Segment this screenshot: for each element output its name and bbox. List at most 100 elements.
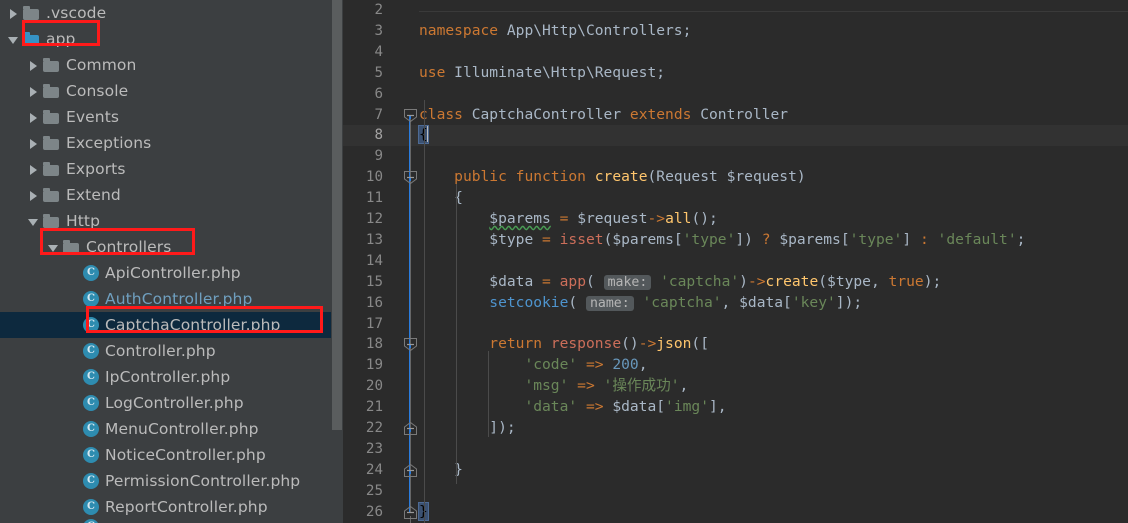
code-line[interactable]: 8{	[343, 125, 1128, 147]
line-number[interactable]: 6	[343, 84, 383, 105]
project-file-tree-sidebar[interactable]: .vscode app Common Console Events Exceptions E…	[0, 0, 343, 523]
line-number[interactable]: 2	[343, 0, 383, 21]
fold-expand-up-icon[interactable]	[403, 505, 418, 520]
line-number[interactable]: 9	[343, 146, 383, 167]
file-tree[interactable]: .vscode app Common Console Events Exceptions E…	[0, 0, 343, 523]
sidebar-scrollbar-track[interactable]	[331, 0, 343, 523]
code-line[interactable]: 24 }	[343, 460, 1128, 481]
chevron-right-icon[interactable]	[27, 59, 40, 72]
code-lines-container[interactable]: 2 3 namespace App\Http\Controllers; 4 5 use I…	[343, 0, 1128, 523]
code-line[interactable]: 5 use Illuminate\Http\Request;	[343, 63, 1128, 84]
chevron-right-icon[interactable]	[27, 137, 40, 150]
chevron-right-icon[interactable]	[7, 7, 20, 20]
code-line[interactable]: 25	[343, 481, 1128, 502]
code-line[interactable]: 18 return response()->json([	[343, 334, 1128, 355]
fold-collapse-icon[interactable]	[403, 337, 418, 352]
line-number[interactable]: 10	[343, 167, 383, 188]
line-number[interactable]: 21	[343, 397, 383, 418]
code-line[interactable]: 22 ]);	[343, 418, 1128, 439]
code-line-text: use Illuminate\Http\Request;	[419, 63, 666, 81]
code-line[interactable]: 7 class CaptchaController extends Control…	[343, 105, 1128, 126]
line-number[interactable]: 3	[343, 21, 383, 42]
code-line[interactable]: 19 'code' => 200,	[343, 355, 1128, 376]
line-number[interactable]: 12	[343, 209, 383, 230]
code-line[interactable]: 9	[343, 146, 1128, 167]
code-line[interactable]: 13 $type = isset($parems['type']) ? $par…	[343, 230, 1128, 251]
line-number[interactable]: 11	[343, 188, 383, 209]
code-line[interactable]: 12 $parems = $request->all();	[343, 209, 1128, 230]
line-number[interactable]: 25	[343, 481, 383, 502]
code-line[interactable]: 23	[343, 439, 1128, 460]
tree-folder-row[interactable]: .vscode	[0, 0, 343, 26]
chevron-right-icon[interactable]	[27, 111, 40, 124]
php-class-icon: C	[83, 369, 99, 385]
line-number[interactable]: 19	[343, 355, 383, 376]
code-editor-pane[interactable]: 2 3 namespace App\Http\Controllers; 4 5 use I…	[343, 0, 1128, 523]
tree-item-label: MenuController.php	[105, 420, 259, 438]
line-number[interactable]: 26	[343, 502, 383, 523]
code-line[interactable]: 2	[343, 0, 1128, 21]
fold-collapse-icon[interactable]	[403, 108, 418, 123]
code-line[interactable]: 21 'data' => $data['img'],	[343, 397, 1128, 418]
line-number[interactable]: 7	[343, 105, 383, 126]
line-number[interactable]: 5	[343, 63, 383, 84]
tree-folder-row[interactable]: Exports	[0, 156, 343, 182]
tree-file-row[interactable]: C Controller.php	[0, 338, 343, 364]
code-line[interactable]: 15 $data = app( make: 'captcha')->create…	[343, 272, 1128, 293]
tree-folder-row[interactable]: Exceptions	[0, 130, 343, 156]
tree-file-row[interactable]: C CaptchaController.php	[0, 312, 343, 338]
code-line[interactable]: 4	[343, 42, 1128, 63]
tree-folder-row[interactable]: Extend	[0, 182, 343, 208]
line-number[interactable]: 17	[343, 314, 383, 335]
sidebar-scrollbar-thumb[interactable]	[332, 0, 342, 430]
code-line[interactable]: 3 namespace App\Http\Controllers;	[343, 21, 1128, 42]
tree-item-label: IpController.php	[105, 368, 231, 386]
tree-folder-row[interactable]: Common	[0, 52, 343, 78]
chevron-right-icon[interactable]	[27, 189, 40, 202]
fold-expand-up-icon[interactable]	[403, 421, 418, 436]
tree-folder-row[interactable]: app	[0, 26, 343, 52]
fold-collapse-icon[interactable]	[403, 170, 418, 185]
tree-file-row[interactable]: C ReportController.php	[0, 494, 343, 520]
chevron-right-icon[interactable]	[27, 85, 40, 98]
tree-file-row[interactable]: C LogController.php	[0, 390, 343, 416]
line-number[interactable]: 18	[343, 334, 383, 355]
chevron-down-icon[interactable]	[47, 241, 60, 254]
line-number[interactable]: 20	[343, 376, 383, 397]
line-number[interactable]: 13	[343, 230, 383, 251]
tree-file-row[interactable]: C AuthController.php	[0, 286, 343, 312]
tree-file-row[interactable]: C MenuController.php	[0, 416, 343, 442]
tree-folder-row[interactable]: Controllers	[0, 234, 343, 260]
tree-folder-row[interactable]: Http	[0, 208, 343, 234]
line-number[interactable]: 23	[343, 439, 383, 460]
fold-expand-up-icon[interactable]	[403, 463, 418, 478]
line-number[interactable]: 16	[343, 293, 383, 314]
code-line[interactable]: 11 {	[343, 188, 1128, 209]
line-number[interactable]: 8	[343, 125, 383, 146]
chevron-down-icon[interactable]	[27, 215, 40, 228]
tree-file-row[interactable]: C PermissionController.php	[0, 468, 343, 494]
code-line[interactable]: 20 'msg' => '操作成功',	[343, 376, 1128, 397]
line-number[interactable]: 15	[343, 272, 383, 293]
tree-file-row[interactable]: C IpController.php	[0, 364, 343, 390]
line-number[interactable]: 22	[343, 418, 383, 439]
tree-file-row[interactable]: C NoticeController.php	[0, 442, 343, 468]
tree-folder-row[interactable]: Events	[0, 104, 343, 130]
chevron-right-icon[interactable]	[27, 163, 40, 176]
code-line[interactable]: 6	[343, 84, 1128, 105]
line-number[interactable]: 4	[343, 42, 383, 63]
code-line[interactable]: 26}	[343, 501, 1128, 523]
line-number[interactable]: 24	[343, 460, 383, 481]
code-line[interactable]: 14	[343, 251, 1128, 272]
line-number[interactable]: 14	[343, 251, 383, 272]
tree-folder-row[interactable]: Console	[0, 78, 343, 104]
tree-file-row[interactable]: C ApiController.php	[0, 260, 343, 286]
code-line[interactable]: 17	[343, 314, 1128, 335]
chevron-down-icon[interactable]	[7, 33, 20, 46]
code-folding-gutter[interactable]	[401, 0, 421, 523]
code-line[interactable]: 10 public function create(Request $reque…	[343, 167, 1128, 188]
code-line[interactable]: 16 setcookie( name: 'captcha', $data['ke…	[343, 293, 1128, 314]
